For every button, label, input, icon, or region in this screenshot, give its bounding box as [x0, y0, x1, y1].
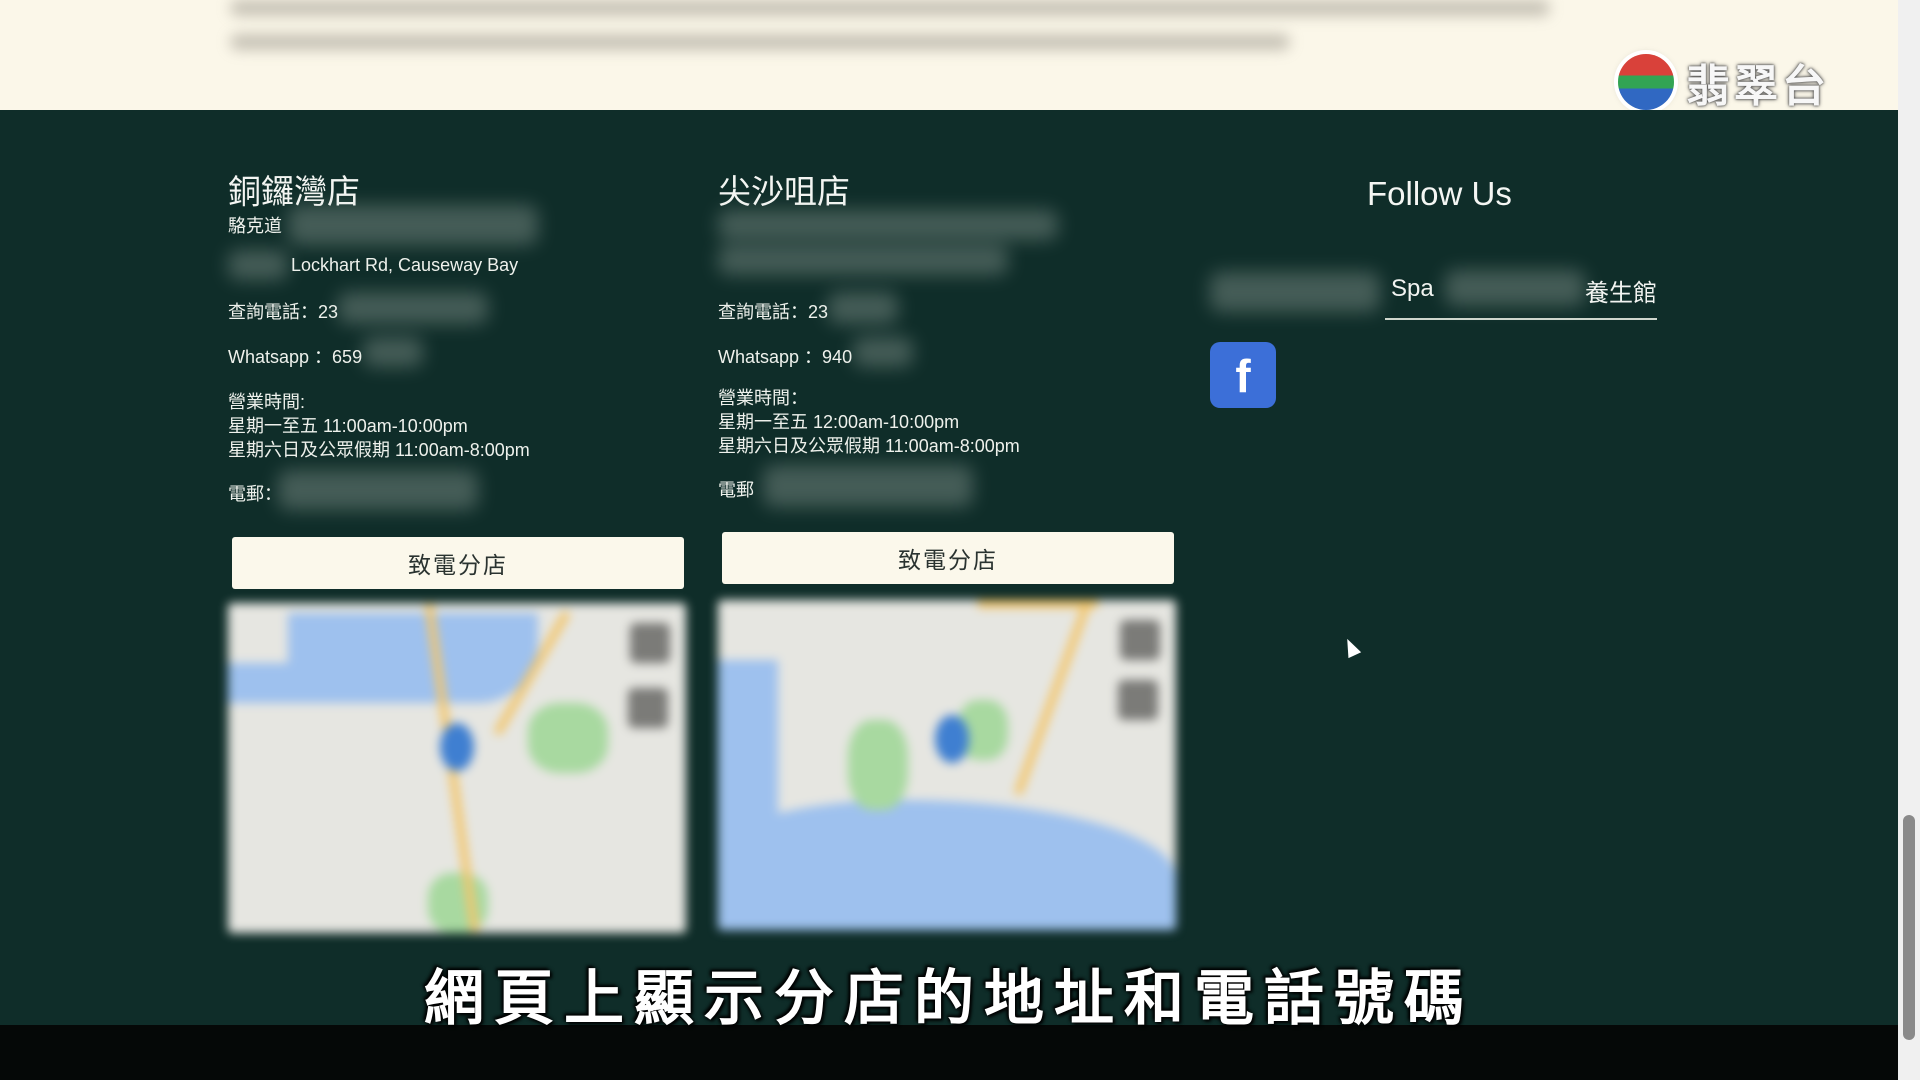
- follow-us-heading: Follow Us: [1367, 175, 1512, 212]
- store-hours-weekday: 星期一至五 11:00am-10:00pm: [228, 416, 468, 436]
- call-store-button[interactable]: 致電分店: [722, 532, 1174, 584]
- store-hours-weekday: 星期一至五 12:00am-10:00pm: [718, 412, 960, 432]
- tvb-logo-text: 翡翠台: [1686, 61, 1830, 110]
- blurred-email[interactable]: [763, 465, 973, 507]
- tvb-logo: 翡翠台: [1618, 50, 1830, 110]
- page-scrollbar[interactable]: [1898, 0, 1920, 1080]
- store-name: 尖沙咀店: [718, 173, 850, 210]
- mouse-cursor: [1340, 635, 1362, 659]
- store-whatsapp: Whatsapp ：940: [718, 347, 853, 367]
- header-band: 翡翠台: [0, 0, 1898, 110]
- store-hours-weekend: 星期六日及公眾假期 11:00am-8:00pm: [228, 440, 530, 460]
- blurred-link-text: [1210, 272, 1380, 312]
- facebook-icon[interactable]: f: [1210, 342, 1276, 408]
- blurred-link-text: [1445, 270, 1585, 306]
- tvb-logo-icon: [1618, 54, 1674, 110]
- blurred-address: [718, 245, 1008, 275]
- blurred-whatsapp: [363, 337, 423, 367]
- blurred-address: [228, 250, 288, 280]
- store-hours-label: 營業時間:: [228, 392, 306, 412]
- spa-link[interactable]: Spa 養生館: [1385, 258, 1657, 320]
- store-hours-weekend: 星期六日及公眾假期 11:00am-8:00pm: [718, 436, 1020, 456]
- video-subtitle: 網頁上顯示分店的地址和電話號碼: [424, 964, 1474, 1034]
- store-email-label: 電郵: [718, 480, 754, 500]
- blurred-text: [230, 0, 1550, 16]
- blurred-whatsapp: [853, 337, 913, 367]
- scrollbar-thumb[interactable]: [1903, 815, 1915, 1040]
- blurred-email[interactable]: [278, 470, 478, 510]
- store-phone: 查詢電話：23: [228, 302, 339, 322]
- store-hours-label: 營業時間：: [718, 388, 808, 408]
- blurred-phone: [338, 292, 488, 324]
- store-email-label: 電郵：: [228, 484, 282, 504]
- spa-link-part1: Spa: [1391, 275, 1434, 302]
- store-map[interactable]: [718, 600, 1176, 930]
- call-store-button[interactable]: 致電分店: [232, 537, 684, 589]
- store-address-line1: 駱克道: [228, 216, 282, 236]
- store-address-line2: Lockhart Rd, Causeway Bay: [291, 255, 519, 275]
- store-whatsapp: Whatsapp ：659: [228, 347, 363, 367]
- store-phone: 查詢電話：23: [718, 302, 829, 322]
- blurred-address: [288, 205, 538, 245]
- spa-link-part2: 養生館: [1585, 280, 1657, 307]
- blurred-phone: [828, 292, 898, 324]
- blurred-address: [718, 210, 1058, 240]
- store-map[interactable]: [228, 603, 686, 933]
- blurred-text: [230, 34, 1290, 50]
